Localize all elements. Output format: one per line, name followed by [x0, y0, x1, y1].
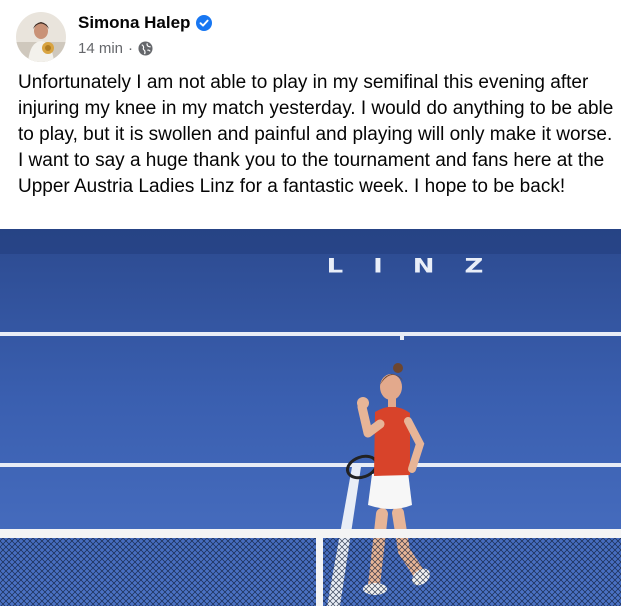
- post-photo[interactable]: LINZ: [0, 229, 621, 606]
- court-linz-text: LINZ: [327, 256, 514, 278]
- author-name-text: Simona Halep: [78, 13, 191, 32]
- tennis-court-photo: LINZ: [0, 229, 621, 606]
- avatar-image: [16, 12, 66, 62]
- author-name[interactable]: Simona Halep: [78, 13, 213, 33]
- tennis-net: [0, 529, 621, 606]
- post-text: Unfortunately I am not able to play in m…: [18, 72, 614, 197]
- author-avatar[interactable]: [16, 12, 66, 62]
- post-timestamp[interactable]: 14 min: [78, 40, 123, 57]
- post-meta: 14 min ·: [78, 40, 153, 57]
- verified-badge-icon: [196, 15, 213, 31]
- globe-icon[interactable]: [138, 41, 153, 56]
- meta-separator: ·: [128, 40, 134, 57]
- facebook-post: Simona Halep 14 min · Unfortunately I am…: [0, 0, 629, 606]
